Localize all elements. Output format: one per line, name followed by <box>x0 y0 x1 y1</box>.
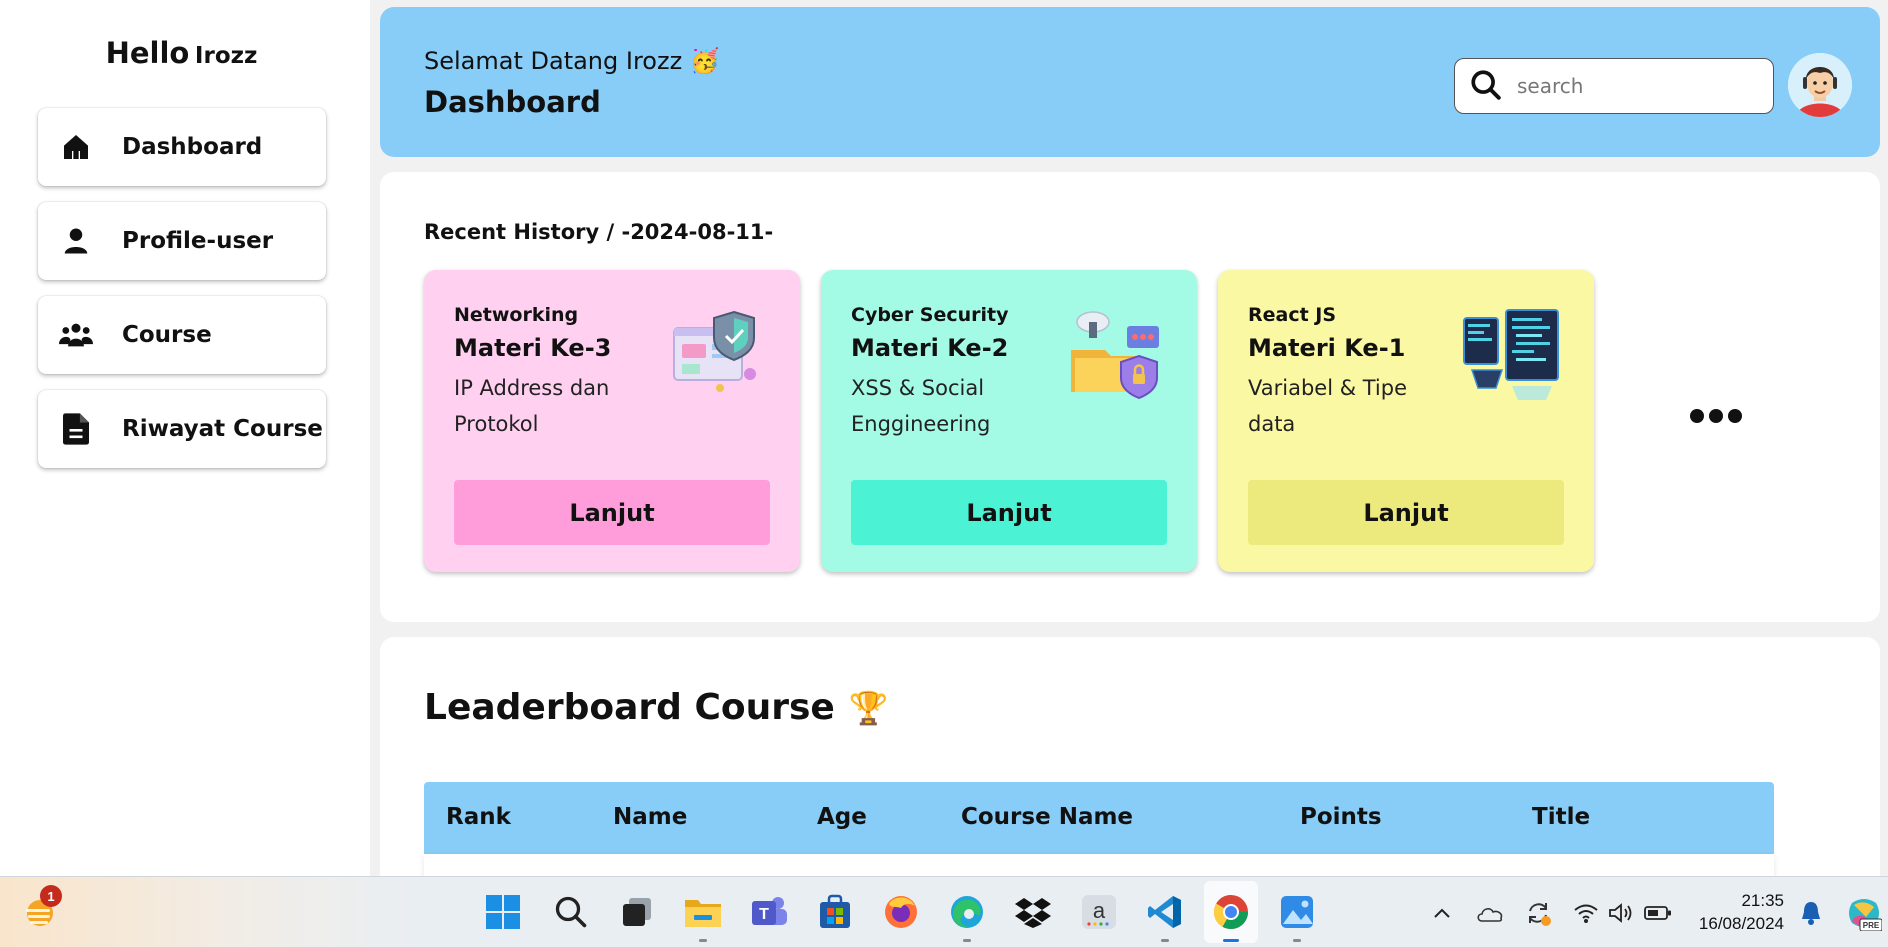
firefox-icon[interactable] <box>880 891 922 933</box>
card-category: Networking <box>454 304 579 326</box>
vscode-icon[interactable] <box>1144 891 1186 942</box>
edge-icon[interactable] <box>946 891 988 942</box>
sync-icon[interactable] <box>1524 899 1552 927</box>
clock-date: 16/08/2024 <box>1698 914 1784 933</box>
course-card-cyber-security: Cyber Security Materi Ke-2 XSS & Social … <box>821 270 1197 572</box>
lanjut-button[interactable]: Lanjut <box>1248 480 1564 545</box>
running-indicator <box>699 939 707 942</box>
onedrive-icon[interactable] <box>1476 899 1504 927</box>
sidebar-item-course[interactable]: Course <box>38 296 326 374</box>
chevron-up-icon[interactable] <box>1428 899 1456 927</box>
card-description: IP Address dan Protokol <box>454 376 610 436</box>
more-dot <box>1690 409 1704 423</box>
greeting-username: Irozz <box>194 43 258 69</box>
search-icon[interactable] <box>550 891 592 933</box>
card-category: React JS <box>1248 304 1337 326</box>
greeting-text: Hello <box>105 36 190 70</box>
taskbar-glow <box>0 877 420 947</box>
react-js-illustration-icon <box>1462 304 1562 404</box>
group-icon <box>59 318 93 352</box>
wifi-icon[interactable] <box>1572 899 1600 927</box>
card-category: Cyber Security <box>851 304 1009 326</box>
battery-icon[interactable] <box>1644 899 1672 927</box>
windows-start-icon[interactable] <box>482 891 524 933</box>
chrome-icon[interactable] <box>1210 891 1252 942</box>
course-card-react-js: React JS Materi Ke-1 Variabel & Tipe dat… <box>1218 270 1594 572</box>
weather-widget-icon[interactable]: 1 <box>18 885 62 933</box>
lanjut-button[interactable]: Lanjut <box>454 480 770 545</box>
leaderboard-table-header: Rank Name Age Course Name Points Title <box>424 782 1774 854</box>
notification-badge: 1 <box>40 885 62 907</box>
sidebar-item-profile-user[interactable]: Profile-user <box>38 202 326 280</box>
column-header-age[interactable]: Age <box>817 804 867 830</box>
more-icon[interactable] <box>1690 409 1742 423</box>
networking-illustration-icon <box>668 304 768 404</box>
notification-bell-icon[interactable] <box>1797 899 1825 927</box>
running-indicator <box>1223 939 1239 942</box>
header: Selamat Datang Irozz 🥳 Dashboard <box>380 7 1880 157</box>
amazon-icon[interactable]: a <box>1078 891 1120 933</box>
leaderboard-panel: Leaderboard Course 🏆 Rank Name Age Cours… <box>380 637 1880 897</box>
svg-text:T: T <box>759 906 769 923</box>
sidebar-item-label: Course <box>122 322 212 348</box>
dropbox-icon[interactable] <box>1012 891 1054 933</box>
column-header-points[interactable]: Points <box>1300 804 1382 830</box>
card-materi: Materi Ke-1 <box>1248 334 1406 362</box>
sidebar-item-label: Dashboard <box>122 134 263 160</box>
copilot-icon[interactable]: PRE <box>1846 895 1882 931</box>
store-icon[interactable] <box>814 891 856 933</box>
card-materi: Materi Ke-3 <box>454 334 612 362</box>
card-description: Variabel & Tipe data <box>1248 376 1408 436</box>
sidebar-item-label: Riwayat Course <box>122 416 323 442</box>
taskbar: 1 T a 21:35 16/08/2024 PRE <box>0 876 1888 947</box>
volume-icon[interactable] <box>1607 899 1635 927</box>
page-title: Dashboard <box>424 85 601 119</box>
leaderboard-title: Leaderboard Course 🏆 <box>424 687 889 728</box>
document-icon <box>59 412 93 446</box>
course-card-networking: Networking Materi Ke-3 IP Address dan Pr… <box>424 270 800 572</box>
sidebar: Hello Irozz Dashboard Profile-user Cours… <box>0 0 370 876</box>
svg-text:a: a <box>1093 898 1106 923</box>
user-icon <box>59 224 93 258</box>
sidebar-item-label: Profile-user <box>122 228 274 254</box>
file-explorer-icon[interactable] <box>682 891 724 942</box>
clock-time: 21:35 <box>1741 891 1784 910</box>
recent-history-panel: Recent History / -2024-08-11- Networking… <box>380 172 1880 622</box>
running-indicator <box>1293 939 1301 942</box>
search-input[interactable] <box>1517 74 1757 98</box>
more-dot <box>1709 409 1723 423</box>
recent-history-title: Recent History / -2024-08-11- <box>424 220 774 244</box>
more-dot <box>1728 409 1742 423</box>
lanjut-button[interactable]: Lanjut <box>851 480 1167 545</box>
card-description: XSS & Social Enggineering <box>851 376 991 436</box>
system-clock[interactable]: 21:35 16/08/2024 <box>1694 889 1784 935</box>
leaderboard-title-text: Leaderboard Course <box>424 687 835 728</box>
avatar-icon[interactable] <box>1788 53 1852 117</box>
column-header-title[interactable]: Title <box>1532 804 1590 830</box>
column-header-course-name[interactable]: Course Name <box>961 804 1133 830</box>
photos-icon[interactable] <box>1276 891 1318 942</box>
sidebar-item-riwayat-course[interactable]: Riwayat Course <box>38 390 326 468</box>
cyber-security-illustration-icon <box>1065 304 1165 404</box>
home-icon <box>59 130 93 164</box>
greeting: Hello Irozz <box>0 36 363 70</box>
trophy-icon: 🏆 <box>848 688 889 727</box>
running-indicator <box>1161 939 1169 942</box>
sidebar-item-dashboard[interactable]: Dashboard <box>38 108 326 186</box>
task-view-icon[interactable] <box>616 891 658 933</box>
running-indicator <box>963 939 971 942</box>
search-box[interactable] <box>1454 58 1774 114</box>
svg-text:PRE: PRE <box>1863 921 1880 930</box>
search-icon <box>1469 68 1505 104</box>
teams-icon[interactable]: T <box>748 891 790 933</box>
column-header-name[interactable]: Name <box>613 804 687 830</box>
column-header-rank[interactable]: Rank <box>446 804 511 830</box>
card-materi: Materi Ke-2 <box>851 334 1009 362</box>
welcome-text: Selamat Datang Irozz 🥳 <box>424 47 720 75</box>
